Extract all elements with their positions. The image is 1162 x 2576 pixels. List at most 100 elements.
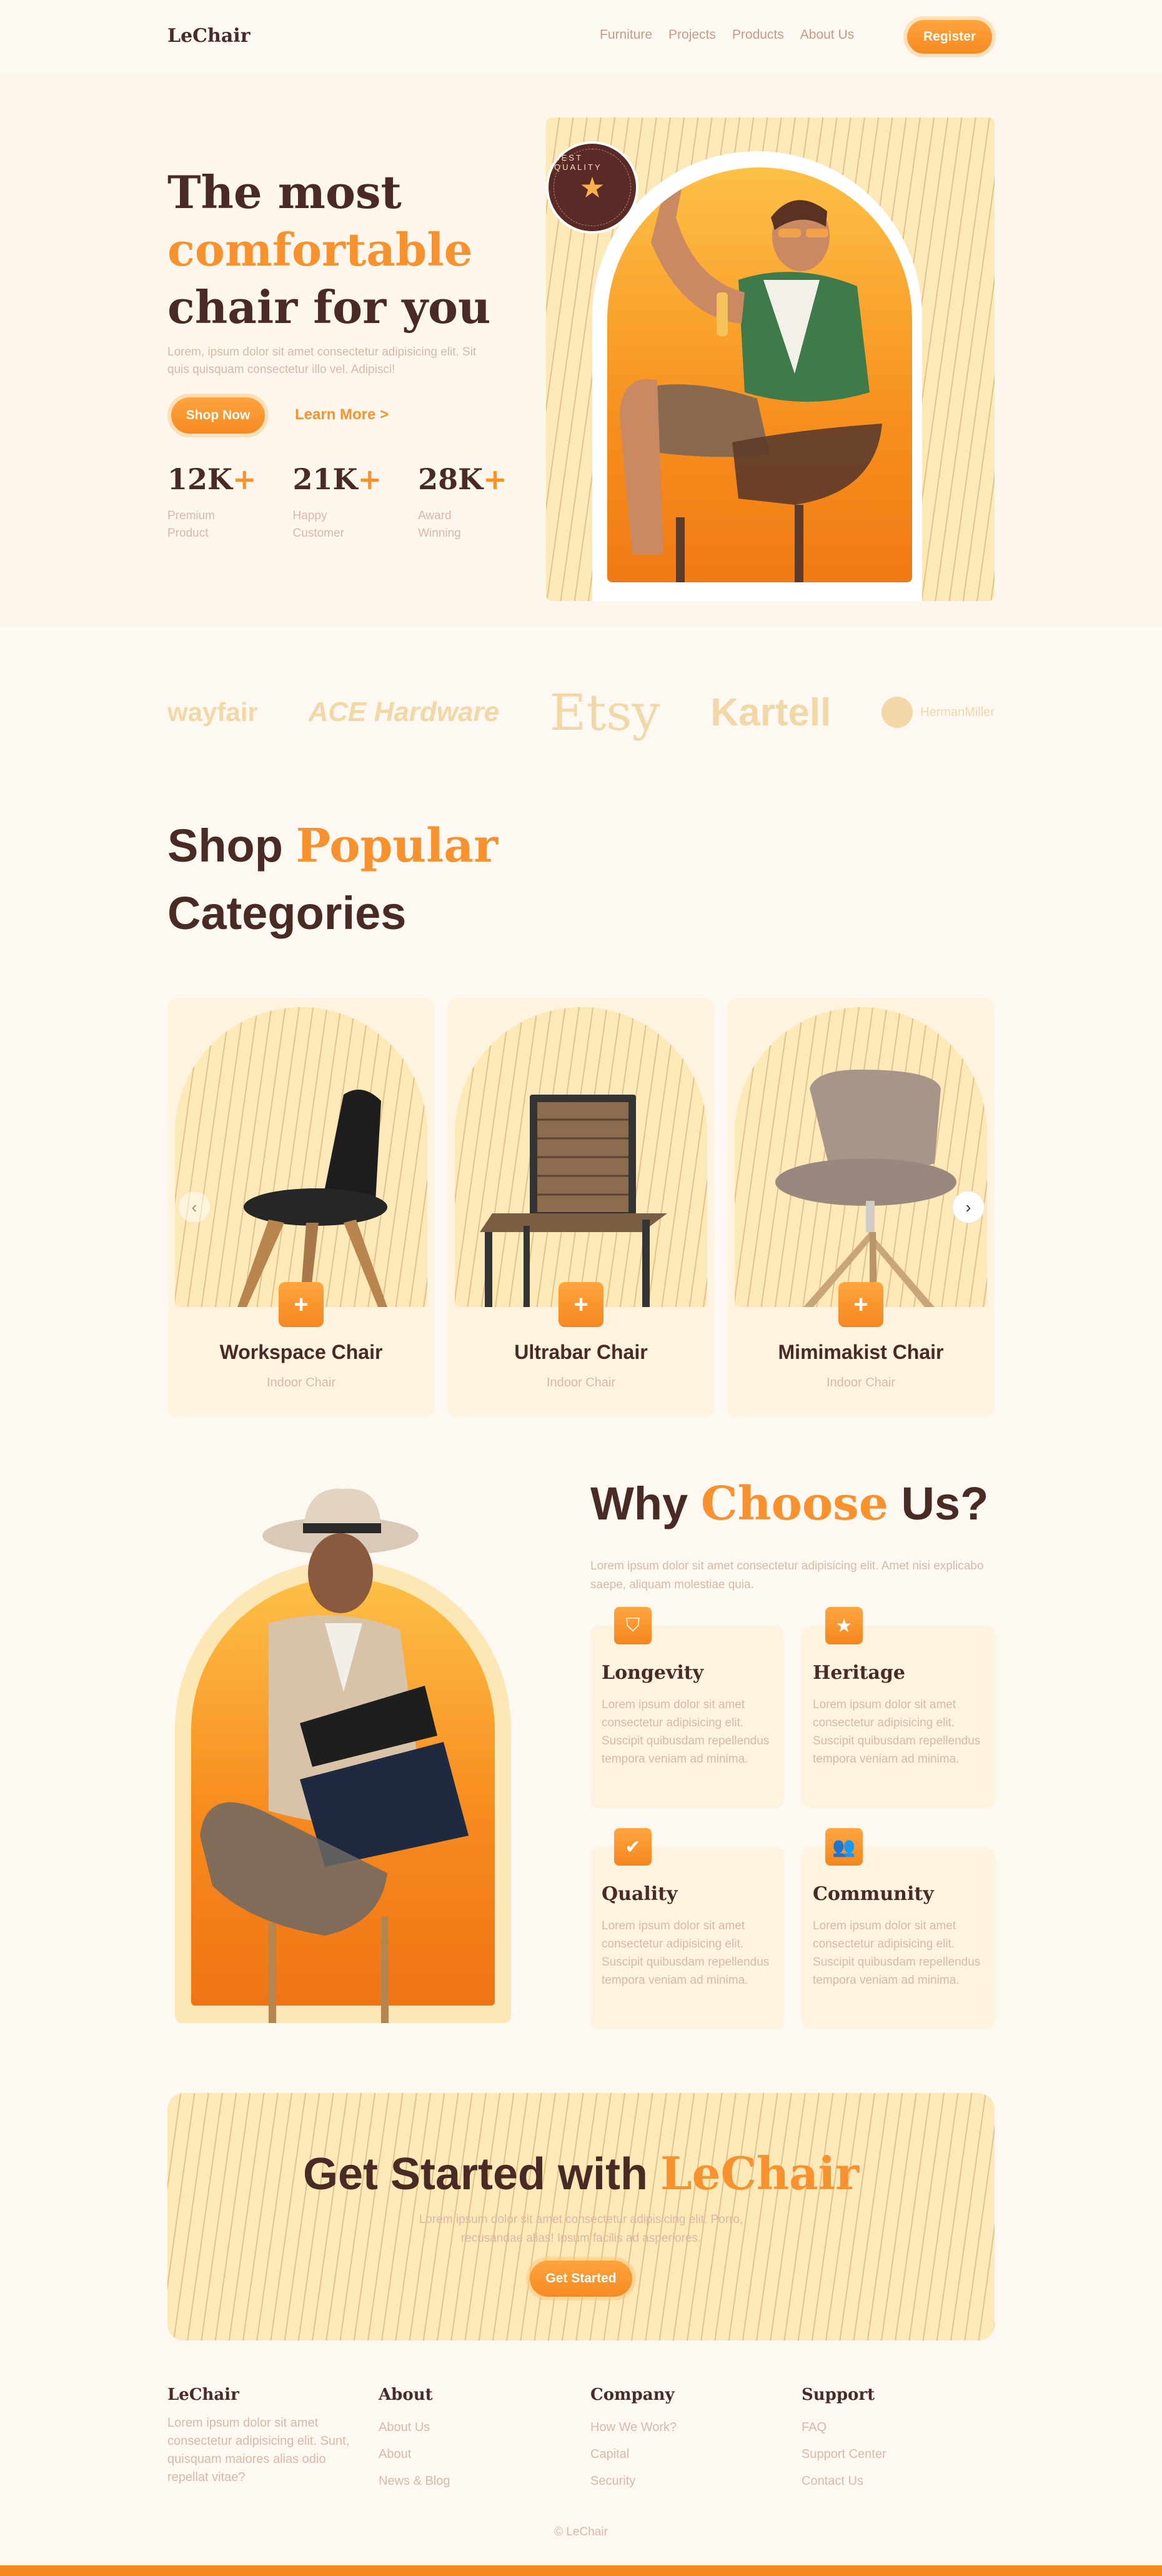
add-to-cart-button[interactable]: + xyxy=(279,1282,324,1327)
title-part: Categories xyxy=(167,887,407,939)
chevron-right-icon: › xyxy=(965,1197,971,1216)
footer-link-news-blog[interactable]: News & Blog xyxy=(379,2468,450,2495)
feature-text: Lorem ipsum dolor sit amet consectetur a… xyxy=(813,1698,981,1766)
category-sub: Indoor Chair xyxy=(266,1376,336,1390)
footer-link-capital[interactable]: Capital xyxy=(590,2441,677,2468)
title-highlight: LeChair xyxy=(660,2147,860,2200)
add-to-cart-button[interactable]: + xyxy=(559,1282,603,1327)
feature-card-heritage: ★ Heritage Lorem ipsum dolor sit amet co… xyxy=(802,1607,995,1808)
brand-logo-etsy: Etsy xyxy=(549,683,660,742)
feature-title: Community xyxy=(813,1883,934,1905)
nav-link-about-us[interactable]: About Us xyxy=(800,27,854,42)
stat-awards: 28K+ Award Winning xyxy=(418,462,507,542)
feature-text: Lorem ipsum dolor sit amet consectetur a… xyxy=(602,1698,770,1766)
category-sub: Indoor Chair xyxy=(546,1376,616,1390)
learn-more-link[interactable]: Learn More > xyxy=(295,406,389,424)
footer-accent-bar xyxy=(0,2565,1162,2576)
title-highlight: Popular xyxy=(295,819,499,873)
stat-value: 12K xyxy=(167,462,232,496)
title-part: Us? xyxy=(901,1478,989,1529)
footer-link-security[interactable]: Security xyxy=(590,2468,677,2495)
stat-plus: + xyxy=(483,462,507,496)
site-header: LeChair Furniture Projects Products Abou… xyxy=(0,0,1162,74)
footer-logo[interactable]: LeChair xyxy=(167,2385,361,2404)
shop-now-button[interactable]: Shop Now xyxy=(171,397,265,434)
feature-text: Lorem ipsum dolor sit amet consectetur a… xyxy=(602,1919,770,1987)
brand-logo-wayfair: wayfair xyxy=(167,697,258,727)
brand-logos: wayfair ACE Hardware Etsy Kartell Herman… xyxy=(167,669,995,756)
fabric-lounge-chair-illustration xyxy=(775,1070,956,1307)
why-image xyxy=(175,1486,511,2023)
hero-description: Lorem, ipsum dolor sit amet consectetur … xyxy=(167,346,477,376)
stat-label: Premium xyxy=(167,509,216,522)
stat-value: 21K xyxy=(292,462,358,496)
footer-col-about: About About Us About News & Blog xyxy=(379,2385,450,2495)
hero-title: The most comfortable chair for you xyxy=(167,164,490,336)
man-waving-on-chair-illustration xyxy=(620,167,882,582)
brand-name: HermanMiller xyxy=(920,705,995,719)
black-chair-illustration xyxy=(237,1090,387,1307)
title-highlight: Choose xyxy=(700,1477,888,1531)
hero-title-line-2: comfortable xyxy=(167,223,473,276)
feature-text: Lorem ipsum dolor sit amet consectetur a… xyxy=(813,1919,981,1987)
add-to-cart-button[interactable]: + xyxy=(838,1282,883,1327)
footer-link-about[interactable]: About xyxy=(379,2441,450,2468)
man-reading-illustration xyxy=(200,1488,469,2023)
why-description: Lorem ipsum dolor sit amet consectetur a… xyxy=(590,1559,984,1591)
footer-heading: Company xyxy=(590,2385,675,2404)
logo[interactable]: LeChair xyxy=(167,25,251,47)
cta-title: Get Started with LeChair xyxy=(167,2147,995,2200)
footer-heading: Support xyxy=(802,2385,875,2404)
main-nav: Furniture Projects Products About Us xyxy=(600,27,854,42)
carousel-next-button[interactable]: › xyxy=(952,1191,985,1223)
nav-link-furniture[interactable]: Furniture xyxy=(600,27,652,42)
stat-label: Customer xyxy=(292,527,344,540)
users-icon: 👥 xyxy=(825,1828,863,1866)
feature-card-quality: ✔ Quality Lorem ipsum dolor sit amet con… xyxy=(590,1828,784,2029)
title-part: Get Started with xyxy=(302,2149,648,2199)
brand-logo-hermanmiller: HermanMiller xyxy=(881,697,995,728)
category-name: Ultrabar Chair xyxy=(514,1341,648,1363)
hero-title-line-1: The most xyxy=(167,166,402,219)
nav-link-projects[interactable]: Projects xyxy=(668,27,716,42)
chevron-left-icon: ‹ xyxy=(191,1197,197,1216)
footer-link-contact-us[interactable]: Contact Us xyxy=(802,2468,886,2495)
stat-label: Winning xyxy=(418,527,461,540)
stat-plus: + xyxy=(232,462,257,496)
register-button[interactable]: Register xyxy=(907,20,992,54)
category-image xyxy=(175,1007,427,1307)
why-title: Why Choose Us? xyxy=(590,1477,988,1531)
category-image xyxy=(455,1007,707,1307)
categories-title: Shop Popular Categories xyxy=(167,812,498,947)
get-started-button[interactable]: Get Started xyxy=(530,2260,632,2297)
hermanmiller-icon xyxy=(881,697,913,728)
copyright: © LeChair xyxy=(554,2525,608,2539)
stat-label: Happy xyxy=(292,509,327,522)
badge-text: BEST QUALITY xyxy=(554,149,631,226)
stat-plus: + xyxy=(357,462,382,496)
feature-title: Heritage xyxy=(813,1662,905,1684)
hero-image: BEST QUALITY ★ xyxy=(546,117,995,601)
hero-title-line-3: chair for you xyxy=(167,281,491,334)
hero-photo xyxy=(607,167,912,582)
cta-banner: Get Started with LeChair Lorem ipsum dol… xyxy=(167,2093,995,2340)
footer-brand: LeChair Lorem ipsum dolor sit amet conse… xyxy=(167,2385,361,2487)
nav-link-products[interactable]: Products xyxy=(732,27,784,42)
best-quality-badge: BEST QUALITY ★ xyxy=(546,141,638,234)
carousel-prev-button[interactable]: ‹ xyxy=(178,1191,211,1223)
footer-link-faq[interactable]: FAQ xyxy=(802,2414,886,2441)
footer-link-how-we-work[interactable]: How We Work? xyxy=(590,2414,677,2441)
check-icon: ✔ xyxy=(614,1828,652,1866)
cta-description: Lorem ipsum dolor sit amet consectetur a… xyxy=(419,2213,743,2245)
category-cards: + Workspace Chair Indoor Chair + Ultraba… xyxy=(167,998,995,1417)
brand-logo-ace-hardware: ACE Hardware xyxy=(308,697,500,727)
feature-card-community: 👥 Community Lorem ipsum dolor sit amet c… xyxy=(802,1828,995,2029)
footer-link-support-center[interactable]: Support Center xyxy=(802,2441,886,2468)
category-card[interactable]: + Ultrabar Chair Indoor Chair xyxy=(447,998,715,1417)
category-name: Mimimakist Chair xyxy=(778,1341,944,1363)
feature-title: Quality xyxy=(602,1883,678,1905)
stat-label: Product xyxy=(167,527,209,540)
footer-link-about-us[interactable]: About Us xyxy=(379,2414,450,2441)
category-name: Workspace Chair xyxy=(219,1341,383,1363)
hero-stats: 12K+ Premium Product 21K+ Happy Customer 2… xyxy=(167,462,507,542)
